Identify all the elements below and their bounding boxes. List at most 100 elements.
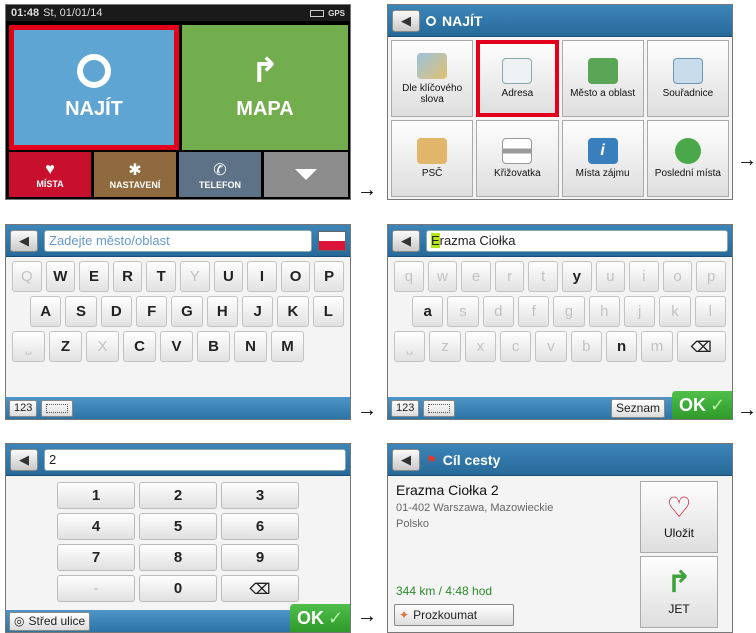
poland-flag-icon[interactable] bbox=[318, 230, 346, 251]
keypad-3[interactable]: 3 bbox=[221, 482, 299, 509]
key-s[interactable]: S bbox=[65, 296, 97, 327]
key-q[interactable]: q bbox=[394, 261, 424, 292]
phone-button[interactable]: ✆ TELEFON bbox=[179, 152, 261, 197]
key-x[interactable]: X bbox=[86, 331, 119, 362]
key-i[interactable]: I bbox=[247, 261, 277, 292]
find-coordinates-button[interactable]: Souřadnice bbox=[646, 40, 729, 117]
key-space[interactable]: ⎵ bbox=[394, 331, 426, 362]
key-k[interactable]: K bbox=[277, 296, 309, 327]
back-button[interactable]: ◀ bbox=[392, 229, 420, 252]
keyboard-layout-button[interactable] bbox=[41, 399, 74, 417]
back-button[interactable]: ◀ bbox=[10, 229, 38, 252]
settings-button[interactable]: ✱ NASTAVENÍ bbox=[94, 152, 176, 197]
key-g[interactable]: g bbox=[553, 296, 585, 327]
key-h[interactable]: h bbox=[588, 296, 620, 327]
key-y[interactable]: y bbox=[561, 261, 592, 292]
ok-button[interactable]: OK ✓ bbox=[290, 604, 350, 632]
key-b[interactable]: b bbox=[570, 331, 602, 362]
key-o[interactable]: O bbox=[280, 261, 311, 292]
find-intersection-button[interactable]: Křižovatka bbox=[476, 120, 559, 197]
key-v[interactable]: V bbox=[160, 331, 193, 362]
key-d[interactable]: D bbox=[100, 296, 132, 327]
find-poi-button[interactable]: i Místa zájmu bbox=[561, 120, 644, 197]
key-z[interactable]: z bbox=[429, 331, 461, 362]
key-f[interactable]: f bbox=[517, 296, 550, 327]
key-f[interactable]: F bbox=[135, 296, 168, 327]
numeric-mode-button[interactable]: 123 bbox=[9, 399, 38, 417]
key-d[interactable]: d bbox=[482, 296, 514, 327]
key-t[interactable]: T bbox=[146, 261, 176, 292]
key-h[interactable]: H bbox=[206, 296, 238, 327]
more-button[interactable] bbox=[264, 152, 348, 197]
list-button[interactable]: Seznam bbox=[610, 398, 665, 418]
key-q[interactable]: Q bbox=[12, 261, 42, 292]
key-t[interactable]: t bbox=[528, 261, 558, 292]
find-keyword-button[interactable]: Dle klíčového slova bbox=[391, 40, 474, 117]
key-g[interactable]: G bbox=[171, 296, 203, 327]
key-v[interactable]: v bbox=[535, 331, 567, 362]
key-y[interactable]: Y bbox=[179, 261, 210, 292]
keypad-0[interactable]: 0 bbox=[139, 575, 217, 602]
numeric-mode-button[interactable]: 123 bbox=[391, 399, 420, 417]
key-a[interactable]: a bbox=[412, 296, 444, 327]
key-u[interactable]: U bbox=[213, 261, 244, 292]
key-p[interactable]: p bbox=[696, 261, 726, 292]
find-postcode-button[interactable]: PSČ bbox=[391, 120, 474, 197]
key-w[interactable]: w bbox=[427, 261, 458, 292]
find-city-area-button[interactable]: Město a oblast bbox=[561, 40, 644, 117]
find-recent-button[interactable]: Poslední místa bbox=[646, 120, 729, 197]
find-button[interactable]: NAJÍT bbox=[9, 25, 179, 150]
keyboard-layout-button[interactable] bbox=[423, 399, 456, 417]
key-r[interactable]: R bbox=[112, 261, 143, 292]
city-search-input[interactable]: Zadejte město/oblast bbox=[44, 229, 312, 252]
key-c[interactable]: C bbox=[123, 331, 156, 362]
key-p[interactable]: P bbox=[314, 261, 344, 292]
key-r[interactable]: r bbox=[494, 261, 525, 292]
ok-button[interactable]: OK ✓ bbox=[672, 391, 732, 419]
key-backspace[interactable]: ⌫ bbox=[676, 331, 726, 362]
key-m[interactable]: M bbox=[271, 331, 304, 362]
key-e[interactable]: E bbox=[79, 261, 109, 292]
keypad-4[interactable]: 4 bbox=[57, 513, 135, 540]
back-button[interactable]: ◀ bbox=[392, 448, 420, 471]
key-n[interactable]: N bbox=[234, 331, 267, 362]
go-button[interactable]: ↱ JET bbox=[640, 556, 718, 628]
house-number-input[interactable]: 2 bbox=[44, 448, 346, 471]
back-button[interactable]: ◀ bbox=[392, 9, 420, 32]
key-k[interactable]: k bbox=[659, 296, 691, 327]
key-z[interactable]: Z bbox=[49, 331, 82, 362]
keypad-1[interactable]: 1 bbox=[57, 482, 135, 509]
key-u[interactable]: u bbox=[595, 261, 626, 292]
key-i[interactable]: i bbox=[629, 261, 659, 292]
key-b[interactable]: B bbox=[197, 331, 230, 362]
keypad-dash[interactable]: - bbox=[57, 575, 135, 602]
key-l[interactable]: L bbox=[312, 296, 344, 327]
keypad-5[interactable]: 5 bbox=[139, 513, 217, 540]
explore-button[interactable]: ✦ Prozkoumat bbox=[394, 604, 514, 626]
key-c[interactable]: c bbox=[499, 331, 532, 362]
key-space[interactable]: ⎵ bbox=[12, 331, 45, 362]
save-button[interactable]: ♡ Uložit bbox=[640, 481, 718, 553]
keypad-2[interactable]: 2 bbox=[139, 482, 217, 509]
back-button[interactable]: ◀ bbox=[10, 448, 38, 471]
keypad-7[interactable]: 7 bbox=[57, 544, 135, 571]
key-o[interactable]: o bbox=[662, 261, 693, 292]
key-n[interactable]: n bbox=[605, 331, 638, 362]
keypad-9[interactable]: 9 bbox=[221, 544, 299, 571]
key-a[interactable]: A bbox=[30, 296, 62, 327]
map-button[interactable]: ↱ MAPA bbox=[182, 25, 348, 150]
key-x[interactable]: x bbox=[464, 331, 496, 362]
key-w[interactable]: W bbox=[45, 261, 76, 292]
key-s[interactable]: s bbox=[447, 296, 479, 327]
key-j[interactable]: j bbox=[623, 296, 656, 327]
street-input[interactable]: Erazma Ciołka bbox=[426, 229, 728, 252]
find-address-button[interactable]: Adresa bbox=[476, 40, 559, 117]
key-l[interactable]: l bbox=[694, 296, 726, 327]
places-button[interactable]: ♥ MÍSTA bbox=[9, 152, 91, 197]
key-j[interactable]: J bbox=[241, 296, 274, 327]
keypad-6[interactable]: 6 bbox=[221, 513, 299, 540]
key-m[interactable]: m bbox=[641, 331, 673, 362]
street-center-button[interactable]: ◎ Střed ulice bbox=[9, 611, 91, 631]
keypad-backspace[interactable]: ⌫ bbox=[221, 575, 299, 602]
key-e[interactable]: e bbox=[461, 261, 491, 292]
